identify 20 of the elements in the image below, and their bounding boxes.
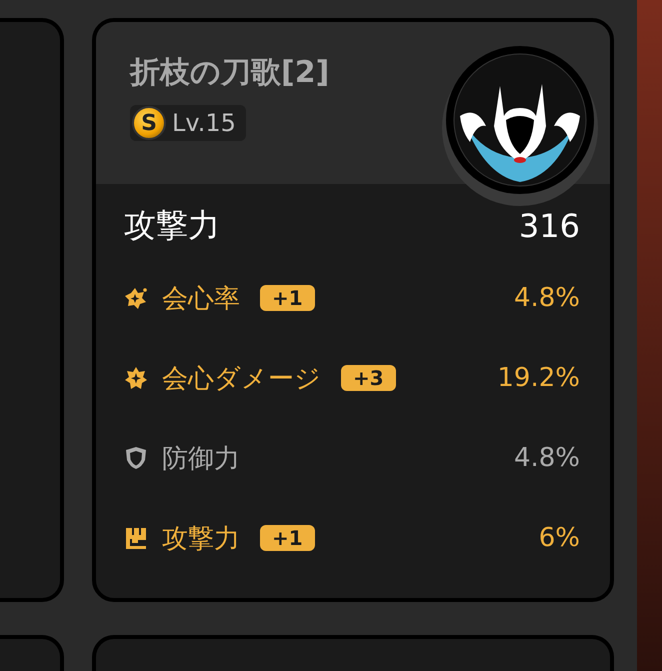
sub-stat-value: 19.2%: [497, 363, 580, 393]
upgrade-badge: +3: [341, 365, 396, 391]
sub-stat-label: 会心率: [162, 282, 240, 316]
upgrade-badge: +1: [260, 285, 315, 311]
sub-stat-label: 会心ダメージ: [162, 362, 321, 396]
sub-stat-value: 4.8%: [514, 443, 580, 473]
star-burst-icon: [124, 366, 148, 390]
shield-icon: [124, 446, 148, 470]
fist-icon: [124, 526, 148, 550]
sub-stat-label: 攻撃力: [162, 522, 240, 556]
rank-icon: S: [132, 106, 166, 140]
sub-stat-value: 6%: [538, 523, 580, 553]
disc-title: 折枝の刀歌[2]: [130, 54, 330, 92]
sub-stat-label: 防御力: [162, 442, 240, 476]
sub-stat-value: 4.8%: [514, 283, 580, 313]
main-stat-value: 316: [518, 207, 580, 245]
sparkle-icon: [124, 286, 148, 310]
upgrade-badge: +1: [260, 525, 315, 551]
main-stat-label: 攻撃力: [124, 205, 220, 246]
level-text: Lv.15: [172, 109, 236, 137]
